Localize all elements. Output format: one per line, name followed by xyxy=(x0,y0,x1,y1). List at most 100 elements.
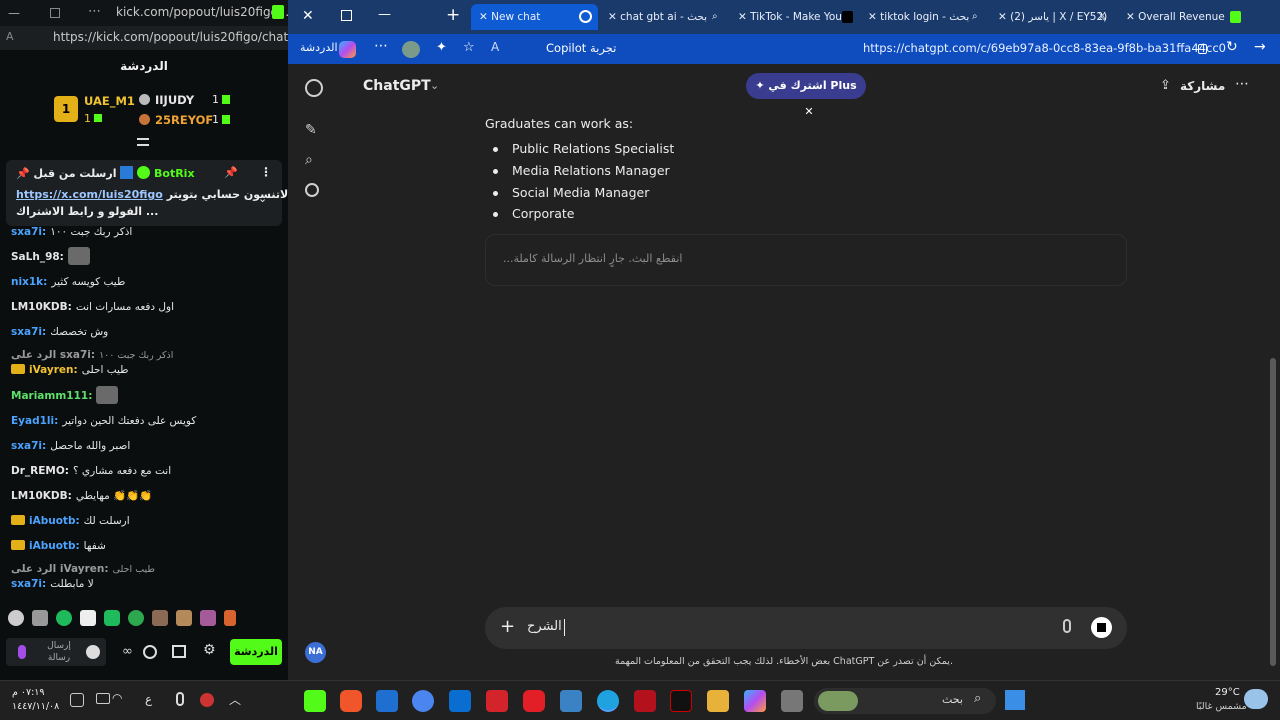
restore-icon[interactable]: ⋯ xyxy=(88,4,101,19)
chat-username[interactable]: Eyad1li: xyxy=(11,415,58,427)
read-aloud-icon[interactable]: A xyxy=(6,30,14,43)
share-icon[interactable]: ⇪ xyxy=(1160,78,1171,93)
expand-leaderboard-icon[interactable] xyxy=(137,138,149,146)
microphone-icon[interactable] xyxy=(1063,619,1071,633)
minimize-icon[interactable]: — xyxy=(8,6,20,20)
lock-icon[interactable] xyxy=(1198,44,1207,54)
copilot-try-button[interactable]: Copilot تجربة xyxy=(546,41,616,55)
chat-username[interactable]: sxa7i: xyxy=(11,578,46,590)
chat-username[interactable]: sxa7i: xyxy=(11,326,46,338)
mail-icon[interactable] xyxy=(449,690,471,712)
kick-url[interactable]: https://kick.com/popout/luis20figo/chat xyxy=(53,30,288,44)
tab-x-profile[interactable]: ✕ (2) ياسر | X / EY52) 𝕏 xyxy=(990,4,1116,30)
copilot-icon[interactable] xyxy=(744,690,766,712)
tab-close-icon[interactable]: ✕ xyxy=(1126,11,1135,23)
tab-close-icon[interactable]: ✕ xyxy=(868,11,877,23)
outlook-icon[interactable] xyxy=(376,690,398,712)
close-window-icon[interactable]: ✕ xyxy=(302,8,314,24)
stop-generating-button[interactable] xyxy=(1091,617,1112,638)
tab-close-icon[interactable]: ✕ xyxy=(738,11,747,23)
chat-username[interactable]: LM10KDB: xyxy=(11,490,72,502)
scrollbar-thumb[interactable] xyxy=(1270,358,1276,666)
unpin-icon[interactable]: 📌 xyxy=(224,166,238,179)
clock-time[interactable]: ٠٧:١٩ م xyxy=(12,687,45,698)
emote-icon[interactable] xyxy=(8,610,24,626)
emote-icon[interactable] xyxy=(32,610,48,626)
chevron-down-icon[interactable]: ⌄ xyxy=(430,79,439,92)
chat-send-button[interactable]: الدردشة xyxy=(230,639,282,665)
weather-icon[interactable] xyxy=(1244,689,1268,709)
microphone-icon[interactable] xyxy=(176,692,184,706)
tab-tiktok-make[interactable]: ✕ TikTok - Make You xyxy=(730,4,858,30)
tab-chat-gbt-ai[interactable]: ✕ chat gbt ai - بحث ⌕ xyxy=(600,4,728,30)
copilot-icon[interactable] xyxy=(339,41,356,58)
youtube-icon[interactable] xyxy=(523,690,545,712)
prompt-composer[interactable]: + الشرح xyxy=(485,607,1127,649)
pinned-link[interactable]: https://x.com/luis20figo xyxy=(16,188,163,201)
url-field[interactable]: https://chatgpt.com/c/69eb97a8-0cc8-83ea… xyxy=(863,41,1226,55)
chat-username[interactable]: sxa7i: xyxy=(11,226,46,238)
emote-icon[interactable] xyxy=(56,610,72,626)
tab-close-icon[interactable]: ✕ xyxy=(479,11,488,23)
weather-temp[interactable]: 29°C xyxy=(1215,687,1240,698)
more-options-icon[interactable]: ⋮ xyxy=(260,165,272,179)
chat-username[interactable]: iVayren: xyxy=(29,364,78,376)
kick-app-icon[interactable] xyxy=(304,690,326,712)
chat-username[interactable]: iAbuotb: xyxy=(29,515,80,527)
points-icon[interactable] xyxy=(143,645,157,659)
chat-bubble-icon[interactable] xyxy=(305,183,319,197)
chrome-icon[interactable] xyxy=(412,690,434,712)
pin-icon[interactable]: 📌 xyxy=(16,167,30,180)
collections-icon[interactable]: ✦ xyxy=(436,40,447,55)
netflix-icon[interactable] xyxy=(670,690,692,712)
language-indicator[interactable]: ع xyxy=(145,692,152,706)
maximize-icon[interactable] xyxy=(341,10,352,21)
chat-username[interactable]: SaLh_98: xyxy=(11,251,64,263)
plus-upgrade-pill[interactable]: ✦ اشترك في Plus ✕ xyxy=(746,73,866,118)
new-tab-icon[interactable]: + xyxy=(446,5,460,25)
openai-logo-icon[interactable] xyxy=(305,79,323,97)
edge-icon[interactable] xyxy=(597,690,619,712)
clock-date[interactable]: ١٤٤٧/١١/٠٨ xyxy=(12,701,59,712)
emote-icon[interactable] xyxy=(128,610,144,626)
file-explorer-icon[interactable] xyxy=(707,690,729,712)
chevron-up-icon[interactable]: ︿ xyxy=(229,691,241,708)
emote-icon[interactable] xyxy=(104,610,120,626)
windows-start-icon[interactable] xyxy=(1005,690,1025,710)
chevron-down-icon[interactable]: ⌄ xyxy=(258,192,267,205)
emote-icon[interactable] xyxy=(176,610,192,626)
read-aloud-icon[interactable]: A xyxy=(491,40,499,54)
model-selector[interactable]: ChatGPT xyxy=(363,78,431,94)
tab-close-icon[interactable]: ✕ xyxy=(998,11,1007,23)
favorites-icon[interactable]: ☆ xyxy=(463,40,475,55)
tab-close-icon[interactable]: ✕ xyxy=(608,11,617,23)
notification-icon[interactable] xyxy=(70,693,84,707)
microphone-icon[interactable] xyxy=(18,645,26,659)
chat-username[interactable]: nix1k: xyxy=(11,276,47,288)
emote-icon[interactable] xyxy=(152,610,168,626)
gear-icon[interactable]: ⚙ xyxy=(203,642,216,658)
infinity-icon[interactable]: ∞ xyxy=(122,644,133,659)
maximize-icon[interactable] xyxy=(50,8,60,18)
share-button[interactable]: مشاركة xyxy=(1180,79,1225,93)
chat-username[interactable]: sxa7i: xyxy=(11,440,46,452)
tab-new-chat[interactable]: ✕ New chat xyxy=(471,4,598,30)
minimize-icon[interactable]: — xyxy=(378,7,391,22)
brave-icon[interactable] xyxy=(340,690,362,712)
taskbar-search[interactable]: بحث ⌕ xyxy=(814,688,996,714)
new-chat-icon[interactable]: ✎ xyxy=(305,122,323,140)
extension-icon[interactable] xyxy=(402,41,420,58)
task-view-icon[interactable] xyxy=(781,690,803,712)
tab-tiktok-login[interactable]: ✕ tiktok login - بحث ⌕ xyxy=(860,4,988,30)
back-icon[interactable]: → xyxy=(1254,39,1266,55)
emote-icon[interactable] xyxy=(224,610,236,626)
emoji-icon[interactable] xyxy=(86,645,100,659)
prompt-input[interactable]: الشرح xyxy=(527,619,562,634)
chat-username[interactable]: LM10KDB: xyxy=(11,301,72,313)
tab-overall-revenue[interactable]: ✕ Overall Revenue xyxy=(1118,4,1246,30)
send-message-field[interactable]: إرسال رسالة xyxy=(6,638,106,666)
chat-username[interactable]: Mariamm111: xyxy=(11,390,92,402)
emote-icon[interactable] xyxy=(200,610,216,626)
search-icon[interactable]: ⌕ xyxy=(305,152,323,170)
more-icon[interactable]: ⋯ xyxy=(374,38,388,54)
